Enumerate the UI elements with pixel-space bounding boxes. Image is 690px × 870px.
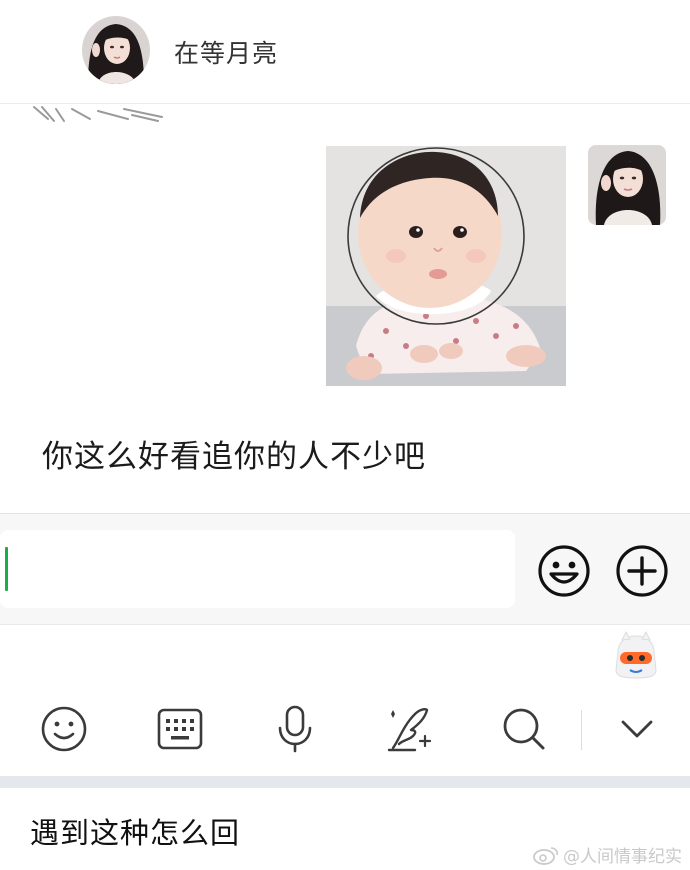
partial-sticker-image [33,106,163,122]
keyboard-icon [157,708,203,750]
chevron-down-icon [621,720,653,738]
keyboard-switch-button[interactable] [155,704,205,754]
toolbar-divider [581,710,582,750]
message-input-bar [0,513,690,625]
microphone-icon [278,705,312,753]
chat-header: 在等月亮 [0,0,690,104]
emoji-button[interactable] [537,544,591,598]
my-avatar[interactable] [588,145,666,225]
text-cursor [5,547,8,591]
keyboard-toolbar [0,626,690,776]
plus-circle-icon [616,545,668,597]
keyboard-bottom-band [0,776,690,788]
emoji-keyboard-button[interactable] [39,704,89,754]
avatar-portrait [588,145,666,225]
more-button[interactable] [615,544,669,598]
message-text: 你这么好看追你的人不少吧 [42,439,426,475]
keyboard-mascot-icon[interactable] [610,630,662,682]
contact-avatar[interactable] [82,16,150,84]
post-caption: 遇到这种怎么回 @人间情事纪实 [0,788,690,870]
smiley-icon [538,545,590,597]
handwriting-button[interactable] [385,704,435,754]
contact-name: 在等月亮 [174,39,279,68]
message-input[interactable] [0,530,515,608]
watermark-text: @人间情事纪实 [563,847,682,867]
handwriting-icon [387,708,432,752]
search-icon [503,708,545,750]
baby-photo [326,146,566,386]
avatar-portrait [82,16,150,84]
image-message[interactable] [326,146,566,386]
caption-text: 遇到这种怎么回 [30,816,241,850]
search-button[interactable] [499,704,549,754]
weibo-logo-icon [533,846,558,865]
collapse-keyboard-button[interactable] [612,704,662,754]
smiley-icon [41,706,87,752]
voice-input-button[interactable] [270,704,320,754]
watermark: @人间情事纪实 [533,842,682,867]
chat-area[interactable]: 你这么好看追你的人不少吧 [0,105,690,513]
